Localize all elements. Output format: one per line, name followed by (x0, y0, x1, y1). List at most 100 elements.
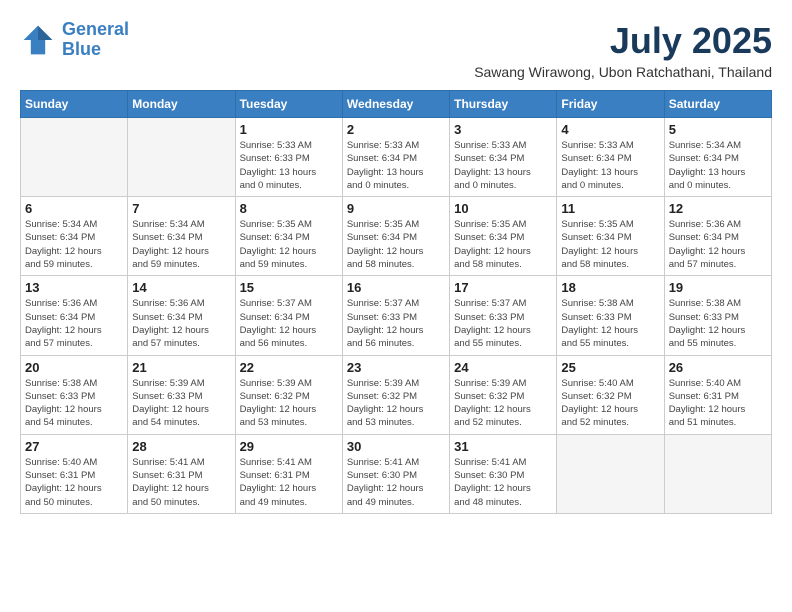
day-info: Sunrise: 5:35 AM Sunset: 6:34 PM Dayligh… (454, 218, 552, 271)
calendar-cell: 8 Sunrise: 5:35 AM Sunset: 6:34 PM Daylig… (235, 197, 342, 276)
day-info: Sunrise: 5:40 AM Sunset: 6:31 PM Dayligh… (669, 377, 767, 430)
calendar-header-friday: Friday (557, 91, 664, 118)
day-number: 31 (454, 439, 552, 454)
calendar-header-monday: Monday (128, 91, 235, 118)
day-number: 10 (454, 201, 552, 216)
day-info: Sunrise: 5:34 AM Sunset: 6:34 PM Dayligh… (25, 218, 123, 271)
logo-icon (20, 22, 56, 58)
calendar-cell: 23 Sunrise: 5:39 AM Sunset: 6:32 PM Dayli… (342, 355, 449, 434)
calendar-cell: 20 Sunrise: 5:38 AM Sunset: 6:33 PM Dayli… (21, 355, 128, 434)
calendar-cell: 16 Sunrise: 5:37 AM Sunset: 6:33 PM Dayli… (342, 276, 449, 355)
day-number: 20 (25, 360, 123, 375)
day-info: Sunrise: 5:37 AM Sunset: 6:34 PM Dayligh… (240, 297, 338, 350)
calendar-cell: 1Sunrise: 5:33 AM Sunset: 6:33 PM Daylig… (235, 118, 342, 197)
calendar-cell: 31 Sunrise: 5:41 AM Sunset: 6:30 PM Dayli… (450, 434, 557, 513)
calendar-cell: 28Sunrise: 5:41 AM Sunset: 6:31 PM Dayli… (128, 434, 235, 513)
logo-text: General Blue (62, 20, 129, 60)
day-number: 18 (561, 280, 659, 295)
day-info: Sunrise: 5:40 AM Sunset: 6:32 PM Dayligh… (561, 377, 659, 430)
day-number: 29 (240, 439, 338, 454)
day-info: Sunrise: 5:37 AM Sunset: 6:33 PM Dayligh… (454, 297, 552, 350)
day-info: Sunrise: 5:39 AM Sunset: 6:32 PM Dayligh… (240, 377, 338, 430)
day-info: Sunrise: 5:35 AM Sunset: 6:34 PM Dayligh… (347, 218, 445, 271)
day-info: Sunrise: 5:33 AM Sunset: 6:34 PM Dayligh… (347, 139, 445, 192)
calendar-cell (21, 118, 128, 197)
day-info: Sunrise: 5:38 AM Sunset: 6:33 PM Dayligh… (561, 297, 659, 350)
day-info: Sunrise: 5:33 AM Sunset: 6:34 PM Dayligh… (454, 139, 552, 192)
day-number: 26 (669, 360, 767, 375)
day-number: 1 (240, 122, 338, 137)
calendar-header-thursday: Thursday (450, 91, 557, 118)
calendar-cell: 9Sunrise: 5:35 AM Sunset: 6:34 PM Daylig… (342, 197, 449, 276)
calendar-cell: 12Sunrise: 5:36 AM Sunset: 6:34 PM Dayli… (664, 197, 771, 276)
calendar-week-row: 20 Sunrise: 5:38 AM Sunset: 6:33 PM Dayli… (21, 355, 772, 434)
day-info: Sunrise: 5:41 AM Sunset: 6:30 PM Dayligh… (454, 456, 552, 509)
calendar-cell: 19Sunrise: 5:38 AM Sunset: 6:33 PM Dayli… (664, 276, 771, 355)
day-info: Sunrise: 5:41 AM Sunset: 6:31 PM Dayligh… (240, 456, 338, 509)
day-number: 27 (25, 439, 123, 454)
day-info: Sunrise: 5:39 AM Sunset: 6:33 PM Dayligh… (132, 377, 230, 430)
day-number: 7 (132, 201, 230, 216)
calendar-cell: 15 Sunrise: 5:37 AM Sunset: 6:34 PM Dayli… (235, 276, 342, 355)
day-info: Sunrise: 5:36 AM Sunset: 6:34 PM Dayligh… (132, 297, 230, 350)
month-title: July 2025 (474, 20, 772, 62)
calendar-cell: 5 Sunrise: 5:34 AM Sunset: 6:34 PM Daylig… (664, 118, 771, 197)
day-number: 3 (454, 122, 552, 137)
day-number: 13 (25, 280, 123, 295)
calendar-cell: 22Sunrise: 5:39 AM Sunset: 6:32 PM Dayli… (235, 355, 342, 434)
calendar-cell: 24 Sunrise: 5:39 AM Sunset: 6:32 PM Dayli… (450, 355, 557, 434)
day-number: 4 (561, 122, 659, 137)
calendar-table: SundayMondayTuesdayWednesdayThursdayFrid… (20, 90, 772, 514)
day-number: 6 (25, 201, 123, 216)
day-number: 21 (132, 360, 230, 375)
calendar-header-tuesday: Tuesday (235, 91, 342, 118)
calendar-week-row: 27Sunrise: 5:40 AM Sunset: 6:31 PM Dayli… (21, 434, 772, 513)
calendar-cell (557, 434, 664, 513)
day-info: Sunrise: 5:35 AM Sunset: 6:34 PM Dayligh… (561, 218, 659, 271)
day-info: Sunrise: 5:38 AM Sunset: 6:33 PM Dayligh… (669, 297, 767, 350)
calendar-cell: 13 Sunrise: 5:36 AM Sunset: 6:34 PM Dayli… (21, 276, 128, 355)
page-header: General Blue July 2025 Sawang Wirawong, … (20, 20, 772, 80)
day-number: 15 (240, 280, 338, 295)
day-number: 16 (347, 280, 445, 295)
day-number: 11 (561, 201, 659, 216)
day-number: 14 (132, 280, 230, 295)
day-number: 5 (669, 122, 767, 137)
day-info: Sunrise: 5:38 AM Sunset: 6:33 PM Dayligh… (25, 377, 123, 430)
day-info: Sunrise: 5:34 AM Sunset: 6:34 PM Dayligh… (132, 218, 230, 271)
day-info: Sunrise: 5:41 AM Sunset: 6:31 PM Dayligh… (132, 456, 230, 509)
day-info: Sunrise: 5:39 AM Sunset: 6:32 PM Dayligh… (454, 377, 552, 430)
logo-line2: Blue (62, 40, 129, 60)
day-info: Sunrise: 5:35 AM Sunset: 6:34 PM Dayligh… (240, 218, 338, 271)
day-info: Sunrise: 5:41 AM Sunset: 6:30 PM Dayligh… (347, 456, 445, 509)
title-section: July 2025 Sawang Wirawong, Ubon Ratchath… (474, 20, 772, 80)
calendar-cell: 2 Sunrise: 5:33 AM Sunset: 6:34 PM Daylig… (342, 118, 449, 197)
day-number: 8 (240, 201, 338, 216)
calendar-cell: 7 Sunrise: 5:34 AM Sunset: 6:34 PM Daylig… (128, 197, 235, 276)
calendar-header-wednesday: Wednesday (342, 91, 449, 118)
day-info: Sunrise: 5:36 AM Sunset: 6:34 PM Dayligh… (25, 297, 123, 350)
day-info: Sunrise: 5:37 AM Sunset: 6:33 PM Dayligh… (347, 297, 445, 350)
day-info: Sunrise: 5:39 AM Sunset: 6:32 PM Dayligh… (347, 377, 445, 430)
calendar-cell: 14 Sunrise: 5:36 AM Sunset: 6:34 PM Dayli… (128, 276, 235, 355)
day-number: 17 (454, 280, 552, 295)
day-info: Sunrise: 5:33 AM Sunset: 6:34 PM Dayligh… (561, 139, 659, 192)
calendar-week-row: 1Sunrise: 5:33 AM Sunset: 6:33 PM Daylig… (21, 118, 772, 197)
calendar-cell: 18 Sunrise: 5:38 AM Sunset: 6:33 PM Dayli… (557, 276, 664, 355)
calendar-cell: 25Sunrise: 5:40 AM Sunset: 6:32 PM Dayli… (557, 355, 664, 434)
logo: General Blue (20, 20, 129, 60)
day-number: 2 (347, 122, 445, 137)
calendar-cell: 6 Sunrise: 5:34 AM Sunset: 6:34 PM Daylig… (21, 197, 128, 276)
calendar-cell: 27Sunrise: 5:40 AM Sunset: 6:31 PM Dayli… (21, 434, 128, 513)
calendar-cell: 17 Sunrise: 5:37 AM Sunset: 6:33 PM Dayli… (450, 276, 557, 355)
location-title: Sawang Wirawong, Ubon Ratchathani, Thail… (474, 64, 772, 80)
calendar-cell: 26 Sunrise: 5:40 AM Sunset: 6:31 PM Dayli… (664, 355, 771, 434)
day-number: 24 (454, 360, 552, 375)
calendar-header-sunday: Sunday (21, 91, 128, 118)
calendar-cell: 21 Sunrise: 5:39 AM Sunset: 6:33 PM Dayli… (128, 355, 235, 434)
calendar-cell: 3 Sunrise: 5:33 AM Sunset: 6:34 PM Daylig… (450, 118, 557, 197)
day-number: 23 (347, 360, 445, 375)
day-info: Sunrise: 5:34 AM Sunset: 6:34 PM Dayligh… (669, 139, 767, 192)
calendar-cell: 10 Sunrise: 5:35 AM Sunset: 6:34 PM Dayli… (450, 197, 557, 276)
day-info: Sunrise: 5:36 AM Sunset: 6:34 PM Dayligh… (669, 218, 767, 271)
